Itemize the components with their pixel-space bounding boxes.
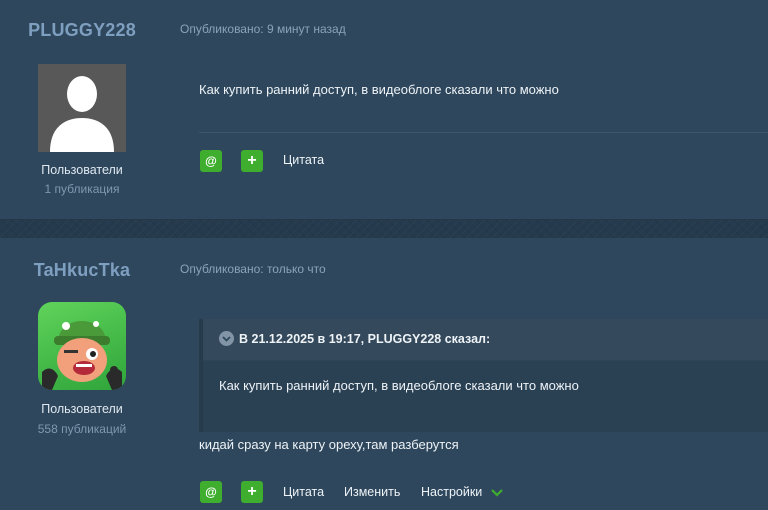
chevron-down-icon [222,335,231,342]
post-timestamp[interactable]: Опубликовано: 9 минут назад [180,22,346,36]
post-timestamp[interactable]: Опубликовано: только что [180,262,326,276]
post: PLUGGY228 Опубликовано: 9 минут назад По… [0,0,768,219]
settings-button[interactable]: Настройки [421,485,503,499]
mention-button[interactable]: @ [200,481,222,503]
cartoon-character-icon [42,321,122,390]
user-silhouette-icon [50,76,114,152]
quote-block: В 21.12.2025 в 19:17, PLUGGY228 сказал: … [199,319,768,432]
avatar[interactable] [38,302,126,390]
quote-button[interactable]: Цитата [283,485,324,499]
post-count[interactable]: 558 публикаций [0,422,164,436]
add-reaction-button[interactable]: + [241,150,263,172]
author-name[interactable]: PLUGGY228 [0,20,164,41]
divider [199,132,768,133]
post-separator [0,219,768,240]
avatar[interactable] [38,64,126,152]
quote-body: Как купить ранний доступ, в видеоблоге с… [219,378,579,393]
quote-button[interactable]: Цитата [283,153,324,167]
user-role: Пользователи [41,163,123,177]
quote-citation[interactable]: В 21.12.2025 в 19:17, PLUGGY228 сказал: [239,332,490,346]
post-body: кидай сразу на карту ореху,там разберутс… [199,437,459,452]
author-name[interactable]: TaHkucTka [0,260,164,281]
mention-button[interactable]: @ [200,150,222,172]
user-role: Пользователи [41,402,123,416]
chevron-down-icon [491,488,503,497]
add-reaction-button[interactable]: + [241,481,263,503]
quote-expand-toggle[interactable] [219,331,234,346]
edit-button[interactable]: Изменить [344,485,400,499]
settings-label: Настройки [421,485,483,499]
quote-header: В 21.12.2025 в 19:17, PLUGGY228 сказал: [203,319,768,361]
post-body: Как купить ранний доступ, в видеоблоге с… [199,82,559,97]
post-count[interactable]: 1 публикация [0,182,164,196]
